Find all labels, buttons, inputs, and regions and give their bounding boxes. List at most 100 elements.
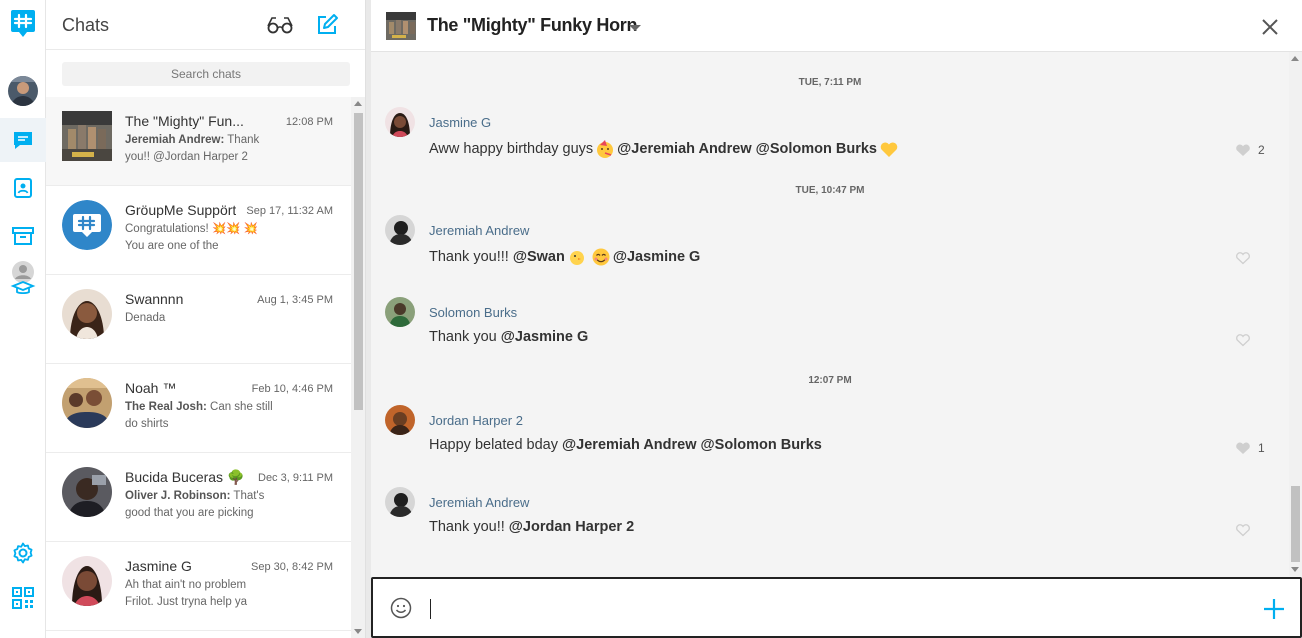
message-author[interactable]: Jordan Harper 2 xyxy=(429,413,523,428)
campus-icon[interactable] xyxy=(0,256,46,298)
qr-code-icon[interactable] xyxy=(0,576,46,620)
chat-time: Feb 10, 4:46 PM xyxy=(251,383,333,395)
scroll-up-icon[interactable] xyxy=(354,101,362,106)
archive-icon[interactable] xyxy=(0,214,46,258)
chat-name: The "Mighty" Fun... xyxy=(125,113,244,129)
chat-list-scrollbar[interactable] xyxy=(351,97,365,638)
contacts-icon[interactable] xyxy=(0,166,46,210)
avatar[interactable] xyxy=(385,405,415,435)
chat-list-item[interactable]: The "Mighty" Fun... 12:08 PM Jeremiah An… xyxy=(46,97,351,186)
chat-preview: The Real Josh: Can she still do shirts xyxy=(125,399,275,433)
conversation-scrollbar[interactable] xyxy=(1289,52,1302,576)
chat-list-item[interactable]: Noah ™ Feb 10, 4:46 PM The Real Josh: Ca… xyxy=(46,364,351,453)
chat-name: Jasmine G xyxy=(125,558,192,574)
conversation-title[interactable]: The "Mighty" Funky Horn xyxy=(427,15,637,36)
chat-list-item[interactable]: Bucida Buceras 🌳 Dec 3, 9:11 PM Oliver J… xyxy=(46,453,351,542)
message: Jasmine G Aww happy birthday guys @Jerem… xyxy=(371,107,1289,177)
avatar xyxy=(62,556,112,606)
heart-icon[interactable] xyxy=(1235,441,1251,455)
scroll-down-icon[interactable] xyxy=(1291,567,1299,572)
chat-list-title: Chats xyxy=(62,15,110,35)
message-author[interactable]: Jasmine G xyxy=(429,115,491,130)
message-mentions[interactable]: @Jordan Harper 2 xyxy=(509,519,634,535)
chevron-down-icon[interactable] xyxy=(629,25,641,31)
groupme-logo-icon[interactable] xyxy=(0,2,46,46)
message-mentions[interactable]: @Swan xyxy=(513,249,565,265)
message-mentions[interactable]: @Jeremiah Andrew @Solomon Burks xyxy=(617,141,877,157)
message: Jeremiah Andrew Thank you!!! @Swan @Jasm… xyxy=(371,215,1289,285)
avatar xyxy=(62,378,112,428)
heart-outline-icon[interactable] xyxy=(1235,251,1251,265)
emoji-picker-icon[interactable] xyxy=(390,597,412,619)
chat-list-item[interactable]: Swannnn Aug 1, 3:45 PM Denada xyxy=(46,275,351,364)
message-text: Thank you @Jasmine G xyxy=(429,329,588,345)
party-face-icon xyxy=(597,140,614,158)
message-mentions[interactable]: @Jasmine G xyxy=(613,249,700,265)
date-separator: 12:07 PM xyxy=(808,375,852,386)
groupme-support-avatar xyxy=(62,200,112,250)
chat-preview: Oliver J. Robinson: That's good that you… xyxy=(125,488,275,522)
message-mentions[interactable]: @Jasmine G xyxy=(501,329,588,345)
message-author[interactable]: Jeremiah Andrew xyxy=(429,495,529,510)
scroll-up-icon[interactable] xyxy=(1291,56,1299,61)
chat-preview: Denada xyxy=(125,312,166,324)
chat-name: Noah ™ xyxy=(125,380,177,396)
search-bar xyxy=(46,50,365,98)
smiling-face-icon xyxy=(592,248,610,266)
profile-avatar[interactable] xyxy=(0,69,46,113)
new-chat-button[interactable] xyxy=(314,12,340,38)
message-body: Aww happy birthday guys xyxy=(429,141,594,157)
date-separator: TUE, 7:11 PM xyxy=(798,77,862,88)
avatar[interactable] xyxy=(385,215,415,245)
preview-sender: Jeremiah Andrew: xyxy=(125,134,225,146)
close-icon[interactable] xyxy=(1261,18,1279,36)
chat-list-header: Chats xyxy=(46,0,365,50)
date-separator: TUE, 10:47 PM xyxy=(795,185,865,196)
heart-icon[interactable] xyxy=(1235,143,1251,157)
message: Solomon Burks Thank you @Jasmine G xyxy=(371,297,1289,367)
chat-name: GröupMe Suppört xyxy=(125,202,237,218)
heart-outline-icon[interactable] xyxy=(1235,333,1251,347)
message-text: Thank you!! @Jordan Harper 2 xyxy=(429,519,634,535)
settings-icon[interactable] xyxy=(0,531,46,575)
message: Jeremiah Andrew Thank you!! @Jordan Harp… xyxy=(371,487,1289,557)
conversation-header: The "Mighty" Funky Horn xyxy=(371,0,1302,52)
conversation-panel: The "Mighty" Funky Horn TUE, 7:11 PM TUE… xyxy=(371,0,1302,638)
message-mentions[interactable]: @Jeremiah Andrew @Solomon Burks xyxy=(562,437,822,453)
scroll-down-icon[interactable] xyxy=(354,629,362,634)
avatar xyxy=(62,467,112,517)
text-cursor xyxy=(430,599,431,619)
yellow-heart-icon xyxy=(880,142,898,157)
like-count: 2 xyxy=(1258,143,1265,157)
avatar[interactable] xyxy=(385,487,415,517)
group-avatar[interactable] xyxy=(386,12,416,40)
chats-icon[interactable] xyxy=(0,118,46,162)
attach-plus-icon[interactable] xyxy=(1263,598,1285,620)
chat-list-panel: Chats The "Mighty" Fun... 12:08 PM Jerem… xyxy=(46,0,366,638)
chat-name: Swannnn xyxy=(125,291,184,307)
avatar[interactable] xyxy=(385,107,415,137)
chat-time: Sep 17, 11:32 AM xyxy=(246,205,333,217)
chat-preview: Ah that ain't no problem Frilot. Just tr… xyxy=(125,579,248,608)
message-author[interactable]: Solomon Burks xyxy=(429,305,517,320)
message-text: Thank you!!! @Swan @Jasmine G xyxy=(429,247,700,267)
chat-list-item[interactable]: GröupMe Suppört Sep 17, 11:32 AM Congrat… xyxy=(46,186,351,275)
glasses-icon[interactable] xyxy=(265,12,295,38)
app-rail xyxy=(0,0,46,638)
chat-preview: Jeremiah Andrew: Thank you!! @Jordan Har… xyxy=(125,132,275,166)
message-text: Aww happy birthday guys @Jeremiah Andrew… xyxy=(429,139,901,159)
chat-name: Bucida Buceras 🌳 xyxy=(125,469,245,485)
avatar xyxy=(62,289,112,339)
chat-list-item[interactable]: Jasmine G Sep 30, 8:42 PM Ah that ain't … xyxy=(46,542,351,631)
chat-list: The "Mighty" Fun... 12:08 PM Jeremiah An… xyxy=(46,97,351,638)
search-input[interactable] xyxy=(62,62,350,86)
avatar[interactable] xyxy=(385,297,415,327)
heart-outline-icon[interactable] xyxy=(1235,523,1251,537)
message-author[interactable]: Jeremiah Andrew xyxy=(429,223,529,238)
avatar xyxy=(8,76,38,106)
scrollbar-thumb[interactable] xyxy=(1291,486,1300,562)
scrollbar-thumb[interactable] xyxy=(354,113,363,410)
message-input[interactable] xyxy=(429,591,1249,625)
message: Jordan Harper 2 Happy belated bday @Jere… xyxy=(371,405,1289,475)
chat-preview: Congratulations! 💥💥 💥 You are one of the xyxy=(125,223,259,252)
